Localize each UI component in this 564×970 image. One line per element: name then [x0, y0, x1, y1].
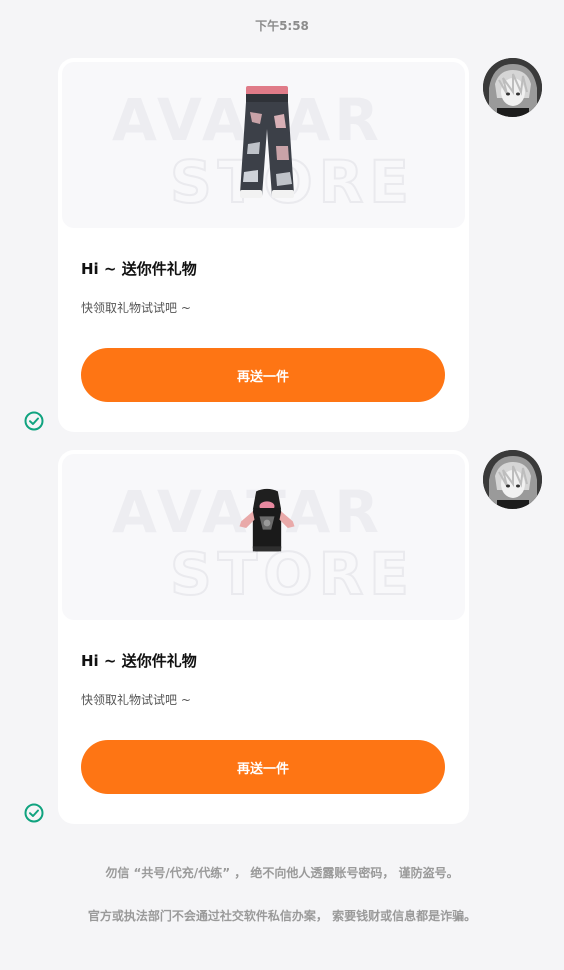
security-notice: 勿信 “共号/代充/代练” ， 绝不向他人透露账号密码， 谨防盗号。: [105, 866, 459, 880]
user-avatar-icon: [483, 58, 542, 117]
shirt-icon: [239, 488, 295, 552]
avatar[interactable]: [483, 450, 542, 509]
gift-title: Hi ~ 送你件礼物: [81, 652, 197, 670]
gift-title: Hi ~ 送你件礼物: [81, 260, 197, 278]
fraud-notice: 官方或执法部门不会通过社交软件私信办案， 索要钱财或信息都是诈骗。: [87, 909, 477, 923]
user-avatar-icon: [483, 450, 542, 509]
check-circle-icon: [24, 803, 44, 823]
check-circle-icon: [24, 411, 44, 431]
gift-description: 快领取礼物试试吧 ~: [81, 693, 191, 707]
avatar[interactable]: [483, 58, 542, 117]
gift-card[interactable]: AVATAR STORE Hi ~ 送你件礼物: [58, 58, 469, 432]
message-timestamp: 下午5:58: [255, 19, 309, 33]
gift-description: 快领取礼物试试吧 ~: [81, 301, 191, 315]
send-another-button[interactable]: 再送一件: [81, 348, 445, 402]
chat-page: 下午5:58 AVATAR STORE: [0, 0, 564, 970]
jeans-icon: [240, 86, 294, 198]
gift-card[interactable]: AVATAR STORE Hi ~ 送你件礼物 快领取礼物试试吧 ~ 再送一件: [58, 450, 469, 824]
product-preview[interactable]: AVATAR STORE: [62, 62, 465, 228]
send-another-button[interactable]: 再送一件: [81, 740, 445, 794]
product-preview[interactable]: AVATAR STORE: [62, 454, 465, 620]
